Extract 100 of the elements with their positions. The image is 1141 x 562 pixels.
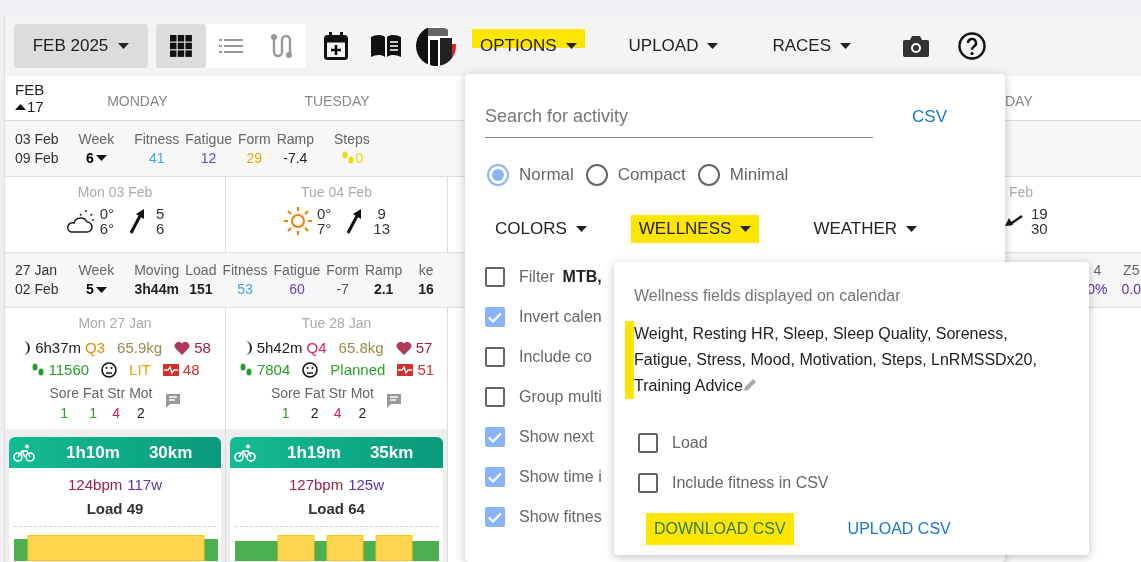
menu-dropdown[interactable]: RACES [764,29,859,63]
checkbox[interactable] [638,433,658,453]
activity-duration: 1h19m [287,441,341,464]
steps-count: 11560 [48,360,90,380]
wind-gust: 30 [1031,221,1048,236]
day-date: Tue 28 Jan [301,314,372,333]
score-label: Sore [49,384,80,403]
caret-icon [840,43,851,49]
week-start-date: 27 Jan [15,261,59,280]
calendar-plus-icon[interactable] [324,32,348,60]
activity-distance: 30km [148,441,193,464]
menu-dropdown[interactable]: UPLOAD [620,29,727,63]
checkbox[interactable] [485,347,505,367]
wind-speed: 19 [1031,206,1048,221]
sleep-quality: Q3 [85,338,106,358]
stat-value: 16 [418,280,434,299]
wellness-fields-link[interactable]: Weight, Resting HR, Sleep, Sleep Quality, Soreness, Fatigue, Stress, Mood, Motivation, Steps, LnRMSSDx20, Training Advice [634,321,1050,399]
checkbox-label: Show time i [519,467,602,487]
radio-button[interactable] [585,164,608,186]
score-value: 2 [358,404,367,423]
stat-value: 2.1 [373,280,394,299]
bike-icon [13,443,35,462]
power: 125w [348,475,385,495]
checkbox[interactable] [485,267,505,287]
hrv-value: 51 [417,360,435,380]
score-value: 1 [281,404,290,423]
score-label: Str [107,384,126,403]
stat-label: 4 [1093,261,1102,280]
help-icon[interactable] [958,32,986,60]
menu-dropdown[interactable]: WELLNESS [630,215,760,243]
comment-icon[interactable] [386,393,402,409]
checkbox[interactable] [485,427,505,447]
activity-distance: 35km [369,441,414,464]
wind-gust: 13 [373,221,390,236]
camera-icon[interactable] [903,35,929,57]
grid-view-button[interactable] [156,24,206,68]
checkbox[interactable] [485,387,505,407]
checkbox-label: Invert calen [519,307,602,327]
sleep-time: 6h37m [35,338,82,358]
upload-csv-button[interactable]: UPLOAD CSV [839,513,959,545]
comment-icon[interactable] [164,393,181,409]
score-label: Mot [129,384,153,403]
checkbox-label: Group multi [519,387,602,407]
menu-heading: Wellness fields displayed on calendar [634,286,902,306]
stat-label: Fatigue [185,129,232,149]
stat-label: Load [185,261,217,280]
day-header: TUESDAY [304,91,370,111]
day-date: Mon 27 Jan [78,314,152,333]
stat-value: 41 [148,148,165,168]
stat-label: Form [326,261,359,280]
week-number: 17 [27,98,44,115]
avatar[interactable] [416,26,456,66]
menu-dropdown[interactable]: COLORS [487,215,595,243]
check-icon [488,471,502,483]
menu-dropdown[interactable]: WEATHER [805,215,926,243]
stat-value: -7 [336,280,349,299]
score-value: 2 [136,404,145,423]
activity-card[interactable]: 1h10m 30km 124bpm 117w Load 49 [9,437,221,561]
activity-load: Load 49 [85,498,145,519]
week-dropdown[interactable]: 5 [85,280,107,299]
hrv-icon [397,364,414,376]
temperature-low: 0° [317,206,332,221]
checkbox-label: Show next [519,427,594,447]
day-header: DAY [1005,91,1033,111]
bike-icon [234,443,256,462]
temperature-high: 6° [99,221,114,236]
month-label: FEB [15,81,45,98]
csv-link[interactable]: CSV [912,104,947,130]
week-start-date: 03 Feb [15,129,59,149]
search-field[interactable]: Search for activity [485,96,873,138]
checkbox[interactable] [638,473,658,493]
stat-label: ke [418,261,434,280]
stat-value: 3h44m [134,280,179,299]
filter-value: MTB, [562,267,602,287]
stat-value: 0 [355,148,364,168]
week-dropdown[interactable]: 6 [85,148,107,168]
caret-icon [906,226,918,232]
stat-value: 53 [237,280,253,299]
temperature-high: 7° [317,221,332,236]
caret-icon [118,43,130,49]
week-end-date: 09 Feb [15,148,59,168]
month-dropdown[interactable]: FEB 2025 [14,24,148,68]
download-csv-button[interactable]: DOWNLOAD CSV [646,513,794,545]
radio-button[interactable] [487,164,509,186]
radio-label: Minimal [729,164,789,187]
caret-up-icon[interactable] [15,103,26,110]
checkbox[interactable] [485,467,505,487]
weight: 65.9kg [117,338,163,358]
activity-card[interactable]: 1h19m 35km 127bpm 125w Load 64 [230,437,443,561]
smiley-icon [101,362,118,378]
checkbox[interactable] [485,307,505,327]
stat-label: Fitness [222,261,268,280]
checkbox-label: Include co [519,347,592,367]
weight: 65.8kg [338,338,384,358]
book-icon[interactable] [371,34,401,58]
score-label: Mot [350,384,374,403]
stat-label: Z5 [1123,261,1140,280]
checkbox[interactable] [485,507,505,527]
radio-button[interactable] [697,164,720,186]
hrv-value: 48 [182,360,200,380]
